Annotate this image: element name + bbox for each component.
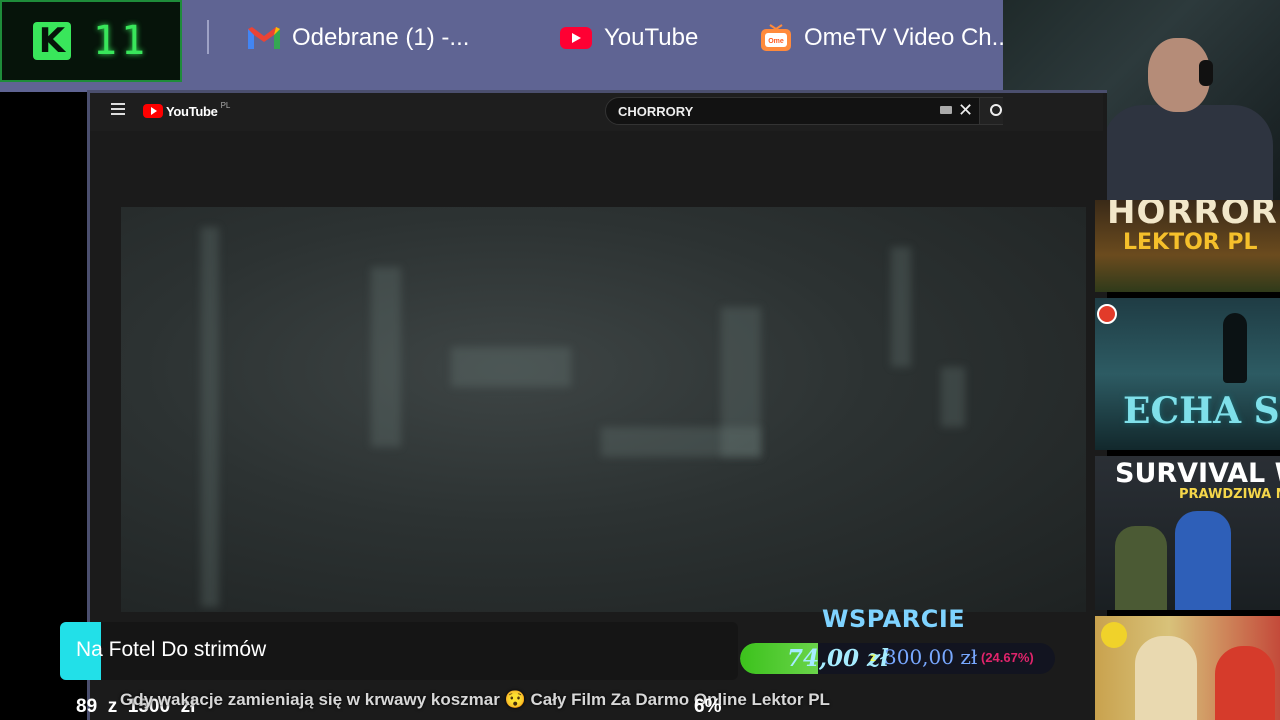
- stream-counter-badge: K 11: [0, 0, 182, 82]
- bookmark-ometv[interactable]: Ome OmeTV Video Ch...: [758, 18, 1012, 58]
- svg-text:Ome: Ome: [768, 38, 784, 45]
- region-label: PL: [220, 100, 231, 110]
- bookmark-gmail[interactable]: Odebrane (1) -...: [246, 18, 469, 58]
- recommended-video-thumbnail[interactable]: HORROR LEKTOR PL: [1095, 200, 1280, 292]
- bookmark-separator: [207, 20, 209, 54]
- support-target: 300,00 zł: [884, 645, 978, 669]
- search-input[interactable]: [618, 103, 918, 119]
- recommended-video-thumbnail[interactable]: ECHA STRA: [1095, 298, 1280, 450]
- goal-percent: 6%: [694, 696, 722, 717]
- search-button[interactable]: [980, 97, 1003, 125]
- video-title: Gdy wakacje zamieniają się w krwawy kosz…: [120, 690, 830, 709]
- youtube-logo-icon: [143, 104, 163, 118]
- recommended-video-thumbnail[interactable]: SURVIVAL W L PRAWDZIWA NOC: [1095, 456, 1280, 610]
- support-title: WSPARCIE: [822, 605, 966, 633]
- recommended-video-thumbnail[interactable]: [1095, 616, 1280, 720]
- menu-icon[interactable]: [111, 103, 125, 115]
- bookmark-label: Odebrane (1) -...: [292, 24, 470, 51]
- bookmark-label: OmeTV Video Ch...: [804, 24, 1012, 51]
- live-badge-icon: [1097, 304, 1117, 324]
- clear-search-icon[interactable]: ✕: [958, 100, 973, 120]
- search-box[interactable]: [605, 97, 980, 125]
- support-percent: (24.67%): [981, 650, 1034, 665]
- gmail-icon: [246, 25, 282, 51]
- search-icon: [990, 104, 1002, 116]
- stream-counter-value: 11: [92, 18, 150, 64]
- k-logo-icon: K: [32, 21, 71, 61]
- ometv-icon: Ome: [758, 24, 794, 51]
- video-player[interactable]: [121, 207, 1086, 612]
- bookmark-youtube[interactable]: YouTube: [558, 18, 698, 58]
- channel-logo-icon: [1101, 622, 1127, 648]
- headset-icon: [1199, 60, 1213, 86]
- youtube-icon: [558, 25, 594, 51]
- keyboard-icon[interactable]: [940, 106, 952, 114]
- support-separator: z: [870, 650, 876, 664]
- youtube-logo[interactable]: YouTube PL: [143, 101, 230, 121]
- goal-title: Na Fotel Do strimów: [76, 638, 267, 661]
- bookmark-label: YouTube: [604, 24, 699, 51]
